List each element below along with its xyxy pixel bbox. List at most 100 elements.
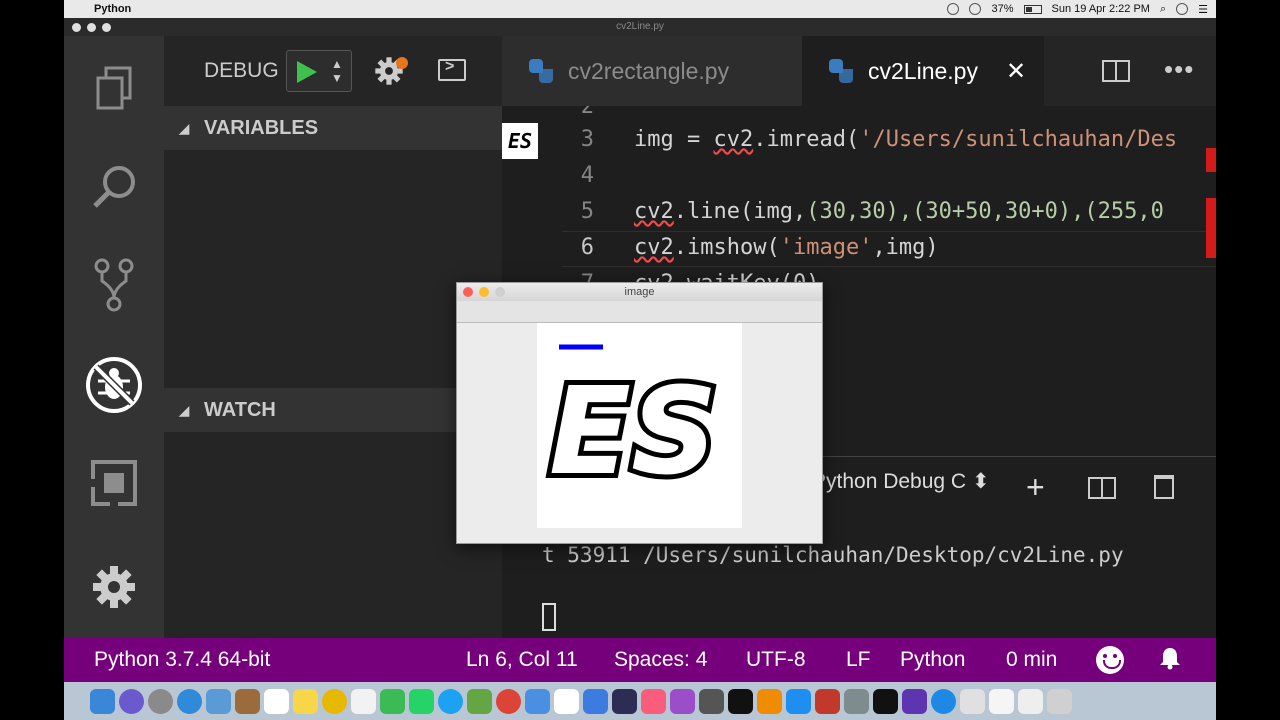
siri-dock-icon[interactable] [119,688,144,714]
minimize-window-button[interactable] [87,23,96,32]
contacts-icon[interactable] [235,688,260,714]
python-file-icon [828,58,854,84]
terminal-cursor[interactable] [542,603,556,631]
launchpad-icon[interactable] [148,688,173,714]
zoom-window-button[interactable] [102,23,111,32]
books-icon[interactable] [757,688,782,714]
add-terminal-icon[interactable]: + [1026,469,1045,506]
mac-menu-bar: Python 37% Sun 19 Apr 2:22 PM ⌕ ☰ [64,0,1216,18]
menu-datetime[interactable]: Sun 19 Apr 2:22 PM [1052,3,1150,15]
close-icon[interactable]: ✕ [1006,57,1026,86]
debug-settings-button[interactable] [374,56,408,88]
vscode-icon[interactable] [612,688,637,714]
menu-extras: 37% Sun 19 Apr 2:22 PM ⌕ ☰ [947,0,1208,18]
document-icon[interactable] [989,688,1014,714]
line-number: 6 [580,235,594,260]
android-studio-icon[interactable] [467,688,492,714]
status-bar: Python 3.7.4 64-bit Ln 6, Col 11 Spaces:… [64,638,1216,682]
cam-icon[interactable] [699,688,724,714]
quicktime-icon[interactable] [931,688,956,714]
notes-icon[interactable] [293,688,318,714]
preview-icon[interactable] [206,688,231,714]
feedback-smiley-icon[interactable] [1096,646,1124,674]
split-terminal-icon[interactable] [1088,477,1116,499]
siri-icon[interactable] [1176,3,1189,15]
debug-activity[interactable] [64,350,164,420]
image-window-title: image [624,286,655,298]
filezilla-icon[interactable] [815,688,840,714]
settings-activity[interactable] [64,552,164,622]
trash-dock-icon[interactable] [1047,688,1072,714]
language-mode[interactable]: Python [900,648,965,672]
mac-dock [64,682,1216,720]
image-zoom-button[interactable] [495,287,505,297]
app-store-icon[interactable] [786,688,811,714]
play-icon[interactable] [297,61,317,83]
opencv-image-window[interactable]: image ES [456,282,823,544]
debug-console-select[interactable]: Python Debug C ⬍ [812,469,990,503]
window-title: cv2Line.py [616,21,664,32]
extensions-icon [90,460,137,507]
airdrop-icon[interactable] [947,3,960,15]
downloads-icon[interactable] [1018,688,1043,714]
facetime-icon[interactable] [409,688,434,714]
wifi-icon[interactable] [969,3,982,15]
music-icon[interactable] [641,688,666,714]
safari-icon[interactable] [177,688,202,714]
close-window-button[interactable] [72,23,81,32]
battery-icon[interactable] [1023,4,1042,14]
notification-center-icon[interactable]: ☰ [1198,3,1208,16]
reminders-icon[interactable] [351,688,376,714]
line-number: 2 [580,106,594,119]
image-window-titlebar[interactable]: image [457,283,822,301]
star-app-icon[interactable] [902,688,927,714]
explorer-activity[interactable] [64,54,164,124]
extensions-activity[interactable] [64,448,164,518]
finder-icon[interactable] [90,688,115,714]
image-close-button[interactable] [463,287,473,297]
debug-sidebar: DEBUG ▲ ▼ > ◢ VARIABLES ◢ WATCH [164,36,502,638]
search-activity[interactable] [64,152,164,222]
encoding[interactable]: UTF-8 [746,648,806,672]
line-ending[interactable]: LF [846,648,871,672]
tab-label: cv2rectangle.py [568,57,730,84]
numbers-icon[interactable] [554,688,579,714]
script-editor-icon[interactable] [960,688,985,714]
time-tracker[interactable]: 0 min [1006,648,1057,672]
battery-percent[interactable]: 37% [991,3,1013,15]
podcasts-icon[interactable] [670,688,695,714]
spotlight-icon[interactable]: ⌕ [1160,3,1166,16]
messages-icon[interactable] [380,688,405,714]
system-preferences-icon[interactable] [844,688,869,714]
code-string: '/Users/sunilchauhan/Des [859,127,1178,152]
indentation[interactable]: Spaces: 4 [614,648,707,672]
code-token: ,img) [872,235,939,260]
terminal-icon[interactable] [873,688,898,714]
help-icon[interactable] [525,688,550,714]
image-minimize-button[interactable] [479,287,489,297]
menu-app-name[interactable]: Python [94,3,131,15]
right-letterbox [1216,0,1280,720]
photos-icon[interactable] [322,688,347,714]
split-editor-icon[interactable] [1102,60,1130,82]
chrome-icon[interactable] [496,688,521,714]
debug-console-icon[interactable] [438,58,466,81]
launch-config-select[interactable]: ▲ ▼ [286,50,352,92]
python-file-icon [528,58,554,84]
skype-icon[interactable] [438,688,463,714]
python-interpreter[interactable]: Python 3.7.4 64-bit [94,648,270,672]
watch-section-header[interactable]: ◢ WATCH [164,388,502,432]
cursor-position[interactable]: Ln 6, Col 11 [466,648,578,672]
tab-cv2rectangle[interactable]: cv2rectangle.py [502,36,802,106]
variables-section-header[interactable]: ◢ VARIABLES [164,106,502,150]
bell-icon[interactable] [1158,646,1182,670]
collapse-arrow-icon: ◢ [178,401,190,418]
trash-icon[interactable] [1154,475,1174,499]
source-control-activity[interactable] [64,250,164,320]
tv-icon[interactable] [728,688,753,714]
keynote-icon[interactable] [583,688,608,714]
calendar-icon[interactable] [264,688,289,714]
more-actions-icon[interactable]: ••• [1164,54,1194,85]
es-logo-text: ES [549,363,717,502]
tab-cv2line[interactable]: cv2Line.py ✕ [802,36,1044,106]
